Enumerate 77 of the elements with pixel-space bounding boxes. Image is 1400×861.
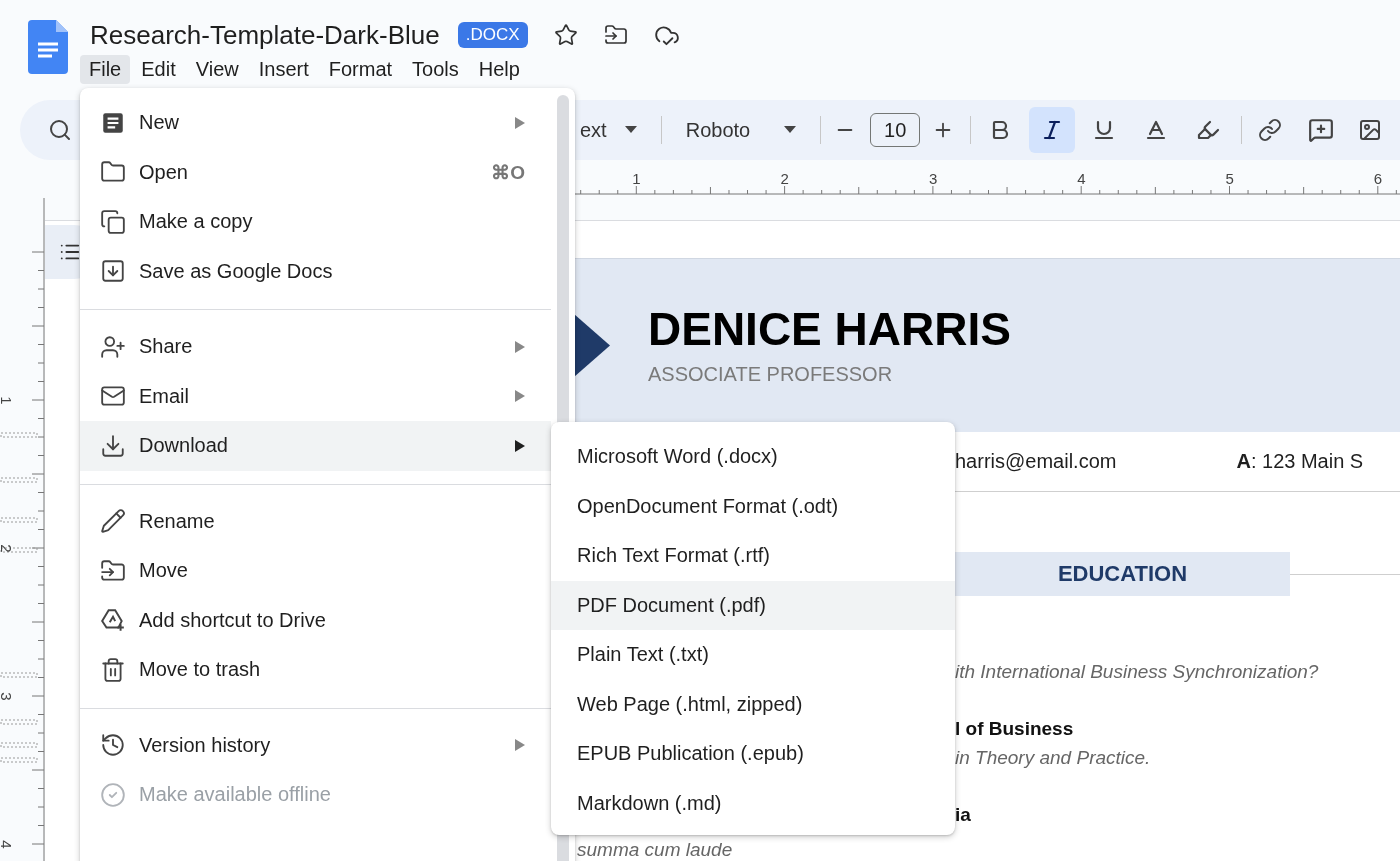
italic-button[interactable] (1029, 107, 1076, 153)
ruler-number: 4 (1077, 170, 1086, 187)
menu-item[interactable]: PDF Document (.pdf) (551, 580, 955, 630)
docs-logo[interactable] (28, 20, 68, 74)
search-icon[interactable] (48, 118, 72, 142)
menu-bar-item[interactable]: View (186, 55, 248, 84)
ruler-number: 3 (928, 170, 938, 187)
ruler-number: 2 (0, 544, 15, 553)
file-type-badge: .DOCX (457, 22, 528, 48)
menu-bar-item[interactable]: Edit (132, 55, 185, 84)
menu-item[interactable]: Move to trash (80, 645, 551, 695)
menu-item[interactable]: Markdown (.md) (551, 778, 955, 828)
image-icon[interactable] (1358, 118, 1383, 142)
style-dropdown[interactable]: ext (580, 118, 607, 142)
ruler-number: 1 (0, 396, 15, 405)
menu-bar-item[interactable]: Format (319, 55, 402, 84)
menu-item[interactable]: Download (80, 421, 551, 471)
download-icon (100, 432, 126, 459)
menu-bar-item[interactable]: Help (469, 55, 529, 84)
copy-icon (100, 208, 126, 235)
menu-item[interactable]: Email (80, 371, 551, 421)
menu-bar-item[interactable]: Tools (403, 55, 468, 84)
menu-item[interactable]: OpenDocument Format (.odt) (551, 481, 955, 531)
menu-item[interactable]: Share (80, 322, 551, 372)
menu-item[interactable]: Move (80, 546, 551, 596)
person-name: DENICE HARRIS (648, 304, 1011, 354)
menu-item[interactable]: Rich Text Format (.rtf) (551, 531, 955, 581)
address-text: A: 123 Main S (1236, 449, 1364, 473)
menu-item[interactable]: New (80, 98, 551, 148)
menu-bar-item[interactable]: Insert (249, 55, 318, 84)
job-title: ASSOCIATE PROFESSOR (648, 363, 894, 387)
check-circle-icon (100, 781, 126, 808)
menu-item[interactable]: Plain Text (.txt) (551, 630, 955, 680)
caret-icon[interactable] (784, 126, 797, 134)
menu-item[interactable]: Open ⌘O (80, 147, 551, 197)
document-text: ith International Business Synchronization? (955, 660, 1320, 684)
menu-item[interactable]: Web Page (.html, zipped) (551, 679, 955, 729)
document-text: l of Business (955, 717, 1075, 741)
user-plus-icon (100, 333, 126, 360)
document-text: summa cum laude (577, 839, 734, 861)
add-comment-icon[interactable] (1308, 117, 1335, 143)
caret-icon[interactable] (624, 126, 637, 134)
folder-arrow-icon[interactable] (603, 23, 628, 47)
submenu-arrow-icon (515, 340, 525, 353)
trash-icon (100, 656, 126, 683)
font-size-field[interactable]: 10 (870, 113, 921, 147)
ruler-number: 6 (1373, 170, 1383, 187)
triangle-plus-icon (100, 607, 126, 634)
section-heading: EDUCATION (955, 552, 1290, 596)
document-text: ia (955, 803, 972, 827)
ruler-number: 4 (0, 840, 15, 849)
submenu-arrow-icon (515, 439, 525, 452)
menu-item[interactable]: Add shortcut to Drive (80, 595, 551, 645)
ruler-number: 3 (0, 692, 15, 701)
font-dropdown[interactable]: Roboto (685, 118, 751, 142)
submenu-arrow-icon (515, 116, 525, 129)
pencil-icon (100, 508, 126, 535)
highlighter-icon (1196, 118, 1221, 142)
menu-item[interactable]: Version history (80, 720, 551, 770)
submenu-arrow-icon (515, 739, 525, 752)
email-text: harris@email.com (955, 449, 1117, 473)
document-title[interactable]: Research-Template-Dark-Blue (90, 19, 440, 51)
menu-item[interactable]: Make a copy (80, 197, 551, 247)
menu-item[interactable]: Save as Google Docs (80, 246, 551, 296)
ruler-number: 1 (632, 170, 641, 187)
menu-item[interactable]: Rename (80, 496, 551, 546)
menu-bar-item[interactable]: File (80, 55, 131, 84)
ruler-number: 5 (1225, 170, 1234, 187)
menu-item[interactable]: Microsoft Word (.docx) (551, 432, 955, 482)
menu-item[interactable]: EPUB Publication (.epub) (551, 729, 955, 779)
star-icon[interactable] (553, 23, 578, 47)
ruler-number: 2 (780, 170, 789, 187)
link-icon[interactable] (1258, 118, 1283, 142)
document-text: in Theory and Practice. (955, 746, 1152, 770)
submenu-arrow-icon (515, 390, 525, 403)
history-icon (100, 732, 126, 759)
download-box-icon (100, 258, 126, 285)
